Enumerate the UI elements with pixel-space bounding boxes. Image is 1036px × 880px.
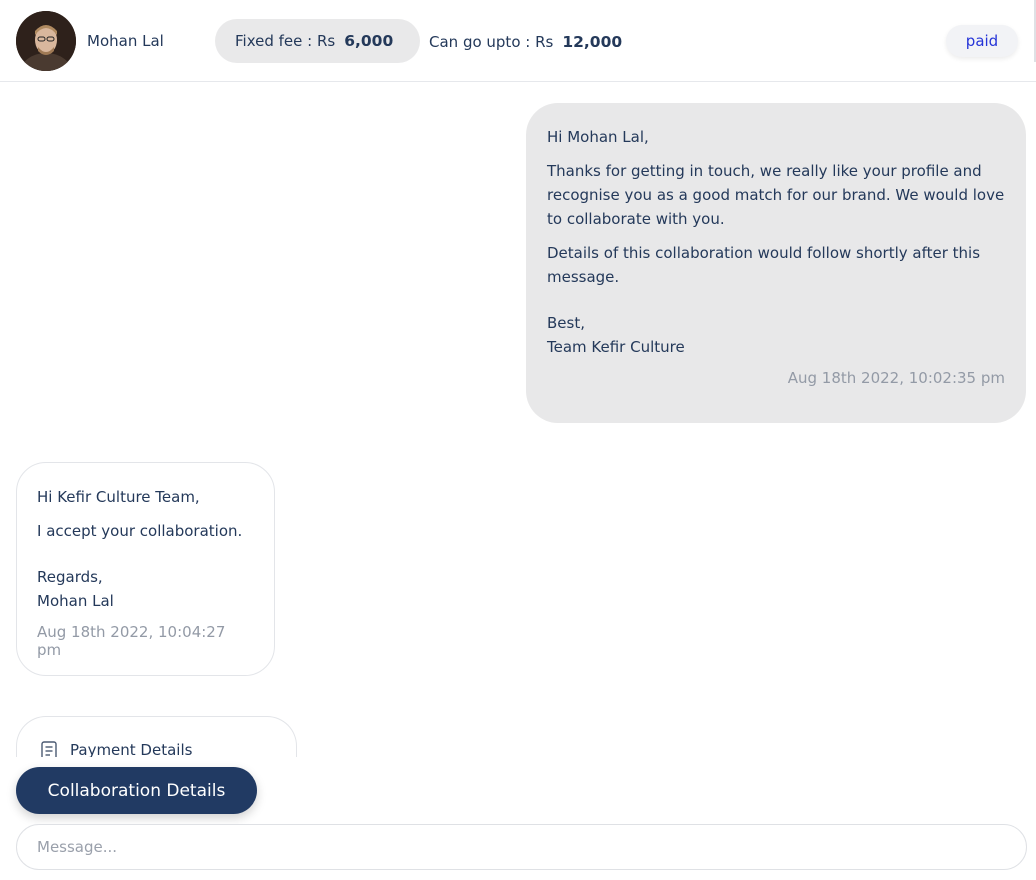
message-signer: Mohan Lal xyxy=(37,592,114,610)
message-paragraph: Thanks for getting in touch, we really l… xyxy=(547,162,1005,228)
message-paragraph: I accept your collaboration. xyxy=(37,522,243,540)
collaboration-details-button[interactable]: Collaboration Details xyxy=(16,767,257,814)
avatar[interactable] xyxy=(16,11,76,71)
message-bubble-incoming: Hi Kefir Culture Team, I accept your col… xyxy=(16,462,275,676)
message-input[interactable] xyxy=(16,824,1027,870)
message-greeting: Hi Mohan Lal, xyxy=(547,128,649,146)
message-signature: Best, Team Kefir Culture xyxy=(547,311,1005,359)
max-fee-amount: 12,000 xyxy=(562,33,623,51)
fixed-fee-label: Fixed fee : Rs xyxy=(235,32,336,50)
message-timestamp: Aug 18th 2022, 10:02:35 pm xyxy=(787,369,1005,387)
status-badge: paid xyxy=(946,25,1018,57)
message-signer: Team Kefir Culture xyxy=(547,338,685,356)
max-fee-label: Can go upto : Rs xyxy=(429,33,554,51)
fixed-fee-pill: Fixed fee : Rs 6,000 xyxy=(215,19,420,63)
message-bubble-outgoing: Hi Mohan Lal, Thanks for getting in touc… xyxy=(526,103,1026,423)
message-timestamp: Aug 18th 2022, 10:04:27 pm xyxy=(37,623,226,659)
user-name: Mohan Lal xyxy=(87,32,164,50)
message-signoff: Regards, xyxy=(37,568,103,586)
message-signature: Regards, Mohan Lal xyxy=(37,565,254,613)
message-paragraph: Details of this collaboration would foll… xyxy=(547,244,981,286)
message-signoff: Best, xyxy=(547,314,585,332)
fixed-fee-amount: 6,000 xyxy=(344,32,394,50)
message-greeting: Hi Kefir Culture Team, xyxy=(37,488,200,506)
max-fee: Can go upto : Rs 12,000 xyxy=(429,33,622,51)
chat-header: Mohan Lal Fixed fee : Rs 6,000 Can go up… xyxy=(0,0,1036,82)
